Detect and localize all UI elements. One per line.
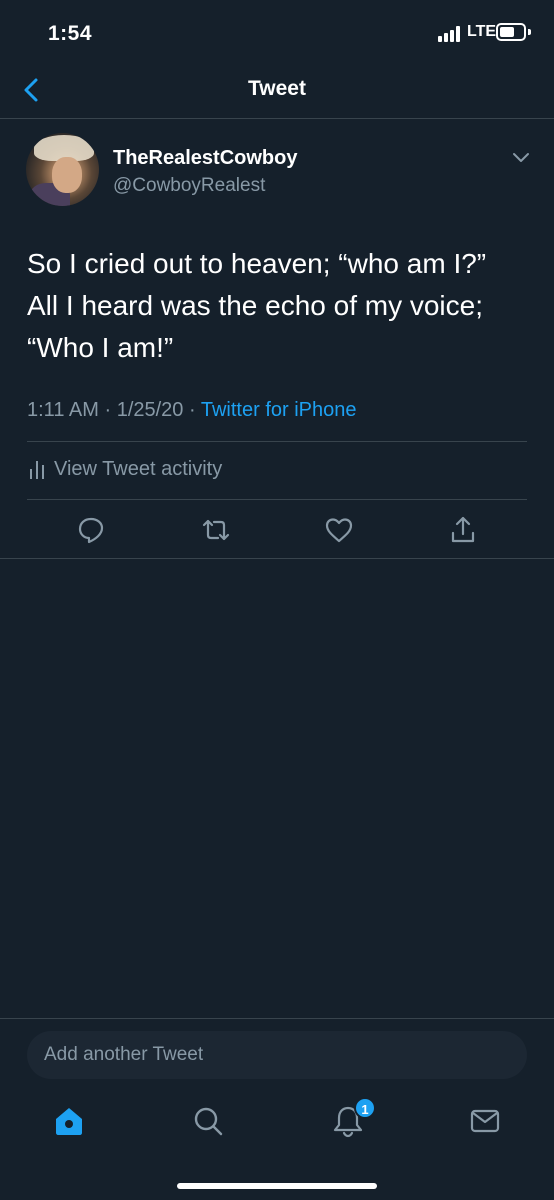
chevron-down-icon xyxy=(513,153,529,162)
bar-chart-icon xyxy=(30,461,44,479)
messages-icon xyxy=(470,1109,500,1133)
author-display-name[interactable]: TheRealestCowboy xyxy=(113,147,297,170)
tweet-text: So I cried out to heaven; “who am I?” Al… xyxy=(27,248,487,363)
tab-messages[interactable] xyxy=(467,1103,503,1139)
view-tweet-activity-label: View Tweet activity xyxy=(54,458,223,480)
status-time: 1:54 xyxy=(48,22,93,45)
divider xyxy=(27,499,527,500)
page-title: Tweet xyxy=(248,77,306,100)
like-icon xyxy=(325,518,353,543)
battery-icon xyxy=(496,23,526,41)
nav-header: Tweet xyxy=(0,64,554,119)
network-type: LTE xyxy=(467,23,497,40)
tweet-detail: TheRealestCowboy @CowboyRealest So I cri… xyxy=(0,119,554,559)
tweet-menu-button[interactable] xyxy=(510,149,532,165)
reply-button[interactable] xyxy=(76,515,106,545)
search-icon xyxy=(194,1107,223,1136)
meta-separator: · xyxy=(104,399,112,421)
reply-icon xyxy=(78,517,104,544)
avatar[interactable] xyxy=(26,133,99,206)
signal-icon xyxy=(438,24,464,42)
tweet-actions xyxy=(0,511,554,551)
like-button[interactable] xyxy=(324,515,354,545)
status-bar: 1:54 LTE xyxy=(0,0,554,64)
divider xyxy=(27,441,527,442)
tweet-source-link[interactable]: Twitter for iPhone xyxy=(201,399,357,421)
retweet-button[interactable] xyxy=(201,515,231,545)
tab-search[interactable] xyxy=(190,1103,226,1139)
share-icon xyxy=(451,516,475,543)
tweet-date: 1/25/20 xyxy=(116,399,184,421)
home-icon xyxy=(56,1108,82,1135)
bottom-bar: Add another Tweet 1 xyxy=(0,1018,554,1200)
home-indicator[interactable] xyxy=(177,1183,377,1189)
tweet-time: 1:11 AM xyxy=(27,399,99,421)
retweet-icon xyxy=(202,519,230,541)
tweet-meta: 1:11 AM · 1/25/20 · Twitter for iPhone xyxy=(27,399,357,422)
meta-separator: · xyxy=(189,399,196,421)
tab-home[interactable] xyxy=(51,1103,87,1139)
share-button[interactable] xyxy=(448,515,478,545)
author-handle[interactable]: @CowboyRealest xyxy=(113,175,265,197)
tab-bar: 1 xyxy=(0,1097,554,1159)
battery-tip xyxy=(528,29,531,35)
notification-badge: 1 xyxy=(354,1097,376,1119)
add-another-tweet-input[interactable]: Add another Tweet xyxy=(27,1031,527,1079)
